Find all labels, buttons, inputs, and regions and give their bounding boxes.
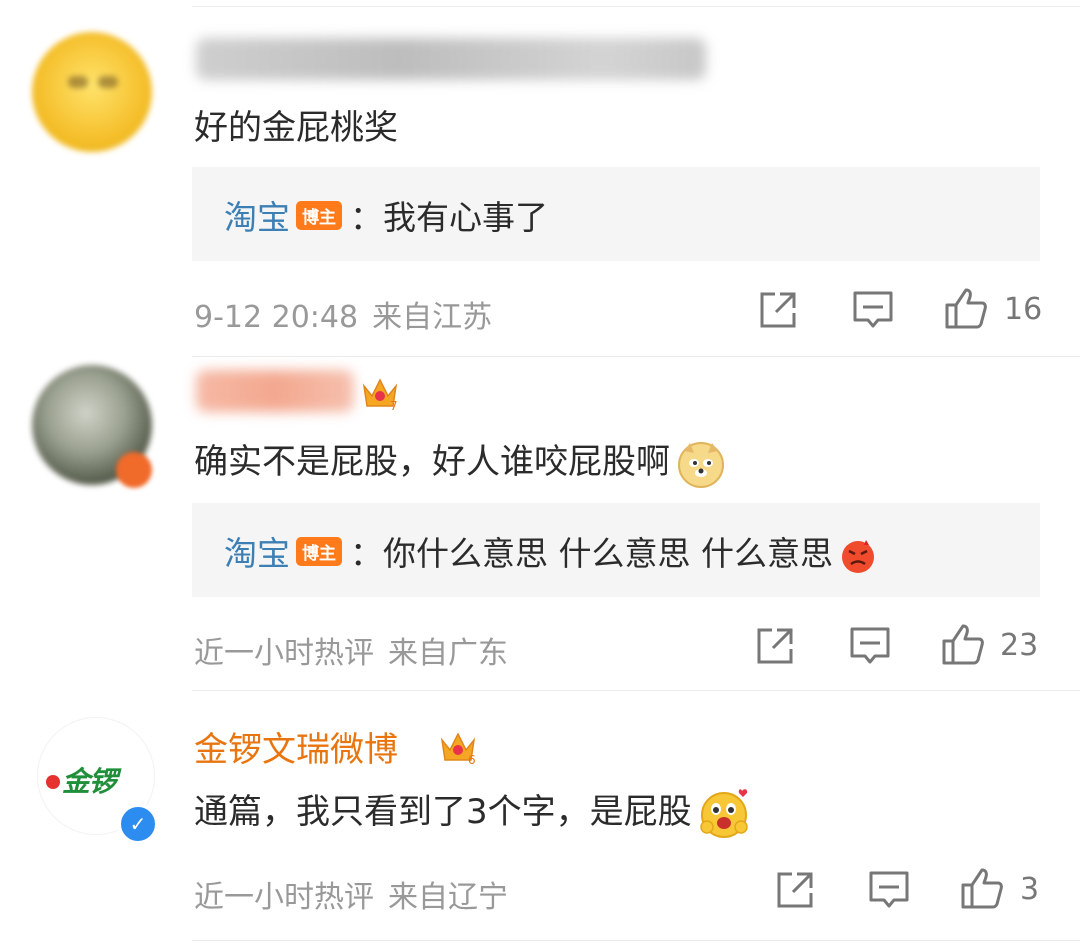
comment-text-content: 确实不是屁股，好人谁咬屁股啊: [194, 442, 670, 482]
avatar[interactable]: [32, 32, 152, 152]
like-count: 3: [1020, 872, 1040, 907]
share-icon[interactable]: [755, 626, 795, 666]
like-icon[interactable]: [960, 866, 1004, 910]
comment-time: 近一小时热评: [194, 880, 374, 915]
username[interactable]: 金锣文瑞微博: [194, 722, 398, 771]
like-icon[interactable]: [944, 286, 988, 330]
verified-icon: ✓: [118, 804, 158, 844]
divider: [192, 690, 1080, 691]
blogger-badge: 博主: [296, 201, 342, 230]
divider: [192, 940, 1080, 941]
svg-text:7: 7: [390, 399, 398, 412]
brand-logo: 金锣: [46, 760, 117, 800]
username-blurred[interactable]: [196, 38, 706, 80]
crown-icon: 7: [362, 378, 398, 412]
comment-icon[interactable]: [852, 290, 894, 330]
divider: [192, 6, 1080, 7]
reply-box[interactable]: 淘宝 博主 ：我有心事了: [192, 167, 1040, 261]
reply-username[interactable]: 淘宝: [224, 534, 290, 573]
reply-text: ：你什么意思 什么意思 什么意思: [350, 534, 833, 573]
divider: [192, 356, 1080, 357]
like-count: 23: [1000, 628, 1039, 663]
comment-time: 9-12 20:48: [194, 300, 359, 335]
comment-text: 通篇，我只看到了3个字，是屁股: [194, 784, 752, 841]
comment-meta: 9-12 20:48 来自江苏: [194, 292, 492, 336]
avatar-badge: [116, 452, 152, 488]
share-icon[interactable]: [758, 290, 798, 330]
like-icon[interactable]: [941, 622, 985, 666]
username-blurred[interactable]: [196, 370, 354, 412]
comment-text: 确实不是屁股，好人谁咬屁股啊: [194, 434, 726, 489]
reply-username[interactable]: 淘宝: [224, 198, 290, 237]
comment-icon[interactable]: [868, 870, 910, 910]
comment-text: 好的金屁桃奖: [194, 108, 398, 148]
reply-text: ：我有心事了: [350, 198, 548, 237]
blogger-badge: 博主: [296, 537, 342, 566]
shy-emoji: [699, 788, 748, 838]
svg-text:6: 6: [468, 753, 476, 766]
comment-meta: 近一小时热评 来自广东: [194, 628, 508, 672]
comment-location: 来自江苏: [372, 300, 493, 335]
comment-location: 来自广东: [388, 636, 508, 671]
comment-meta: 近一小时热评 来自辽宁: [194, 872, 508, 916]
comment-location: 来自辽宁: [388, 880, 508, 915]
doge-emoji: [678, 441, 724, 488]
like-count: 16: [1004, 292, 1043, 327]
crown-icon: 6: [440, 732, 476, 766]
reply-box[interactable]: 淘宝 博主 ：你什么意思 什么意思 什么意思: [192, 503, 1040, 597]
angry-emoji: [841, 539, 874, 573]
comment-text-content: 通篇，我只看到了3个字，是屁股: [194, 792, 692, 832]
share-icon[interactable]: [775, 870, 815, 910]
comment-icon[interactable]: [849, 626, 891, 666]
comment-time: 近一小时热评: [194, 636, 374, 671]
